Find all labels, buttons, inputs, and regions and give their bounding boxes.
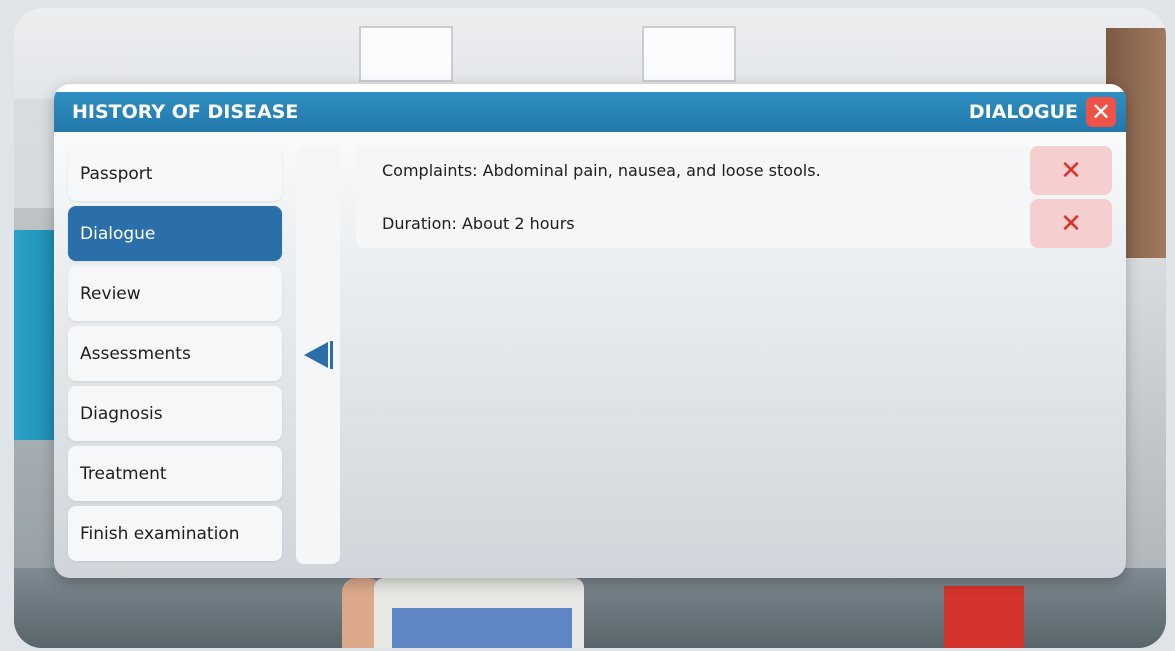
- ceiling-light: [642, 26, 736, 82]
- delete-icon: ✕: [1060, 208, 1082, 239]
- panel-header: HISTORY OF DISEASE DIALOGUE ✕: [54, 92, 1126, 132]
- delete-record-button[interactable]: ✕: [1030, 199, 1112, 248]
- section-label: DIALOGUE: [968, 101, 1078, 123]
- patient-jeans: [392, 608, 572, 648]
- record-row: Duration: About 2 hours ✕: [356, 199, 1112, 248]
- panel-title: HISTORY OF DISEASE: [72, 101, 299, 123]
- collapse-left-arrow-icon: [304, 341, 333, 369]
- record-row: Complaints: Abdominal pain, nausea, and …: [356, 146, 1112, 195]
- collapse-sidebar-button[interactable]: [296, 146, 340, 564]
- close-button[interactable]: ✕: [1086, 97, 1116, 127]
- records-list: Complaints: Abdominal pain, nausea, and …: [356, 146, 1112, 252]
- header-right: DIALOGUE ✕: [969, 92, 1116, 132]
- record-text: Duration: About 2 hours: [382, 214, 575, 233]
- sidebar: Passport Dialogue Review Assessments Dia…: [68, 146, 282, 566]
- sidebar-item-dialogue[interactable]: Dialogue: [68, 206, 282, 261]
- delete-icon: ✕: [1060, 155, 1082, 186]
- history-panel: HISTORY OF DISEASE DIALOGUE ✕ Passport D…: [54, 84, 1126, 578]
- ceiling-light: [359, 26, 453, 82]
- sidebar-item-diagnosis[interactable]: Diagnosis: [68, 386, 282, 441]
- sidebar-item-passport[interactable]: Passport: [68, 146, 282, 201]
- sidebar-item-finish-examination[interactable]: Finish examination: [68, 506, 282, 561]
- sidebar-item-review[interactable]: Review: [68, 266, 282, 321]
- delete-record-button[interactable]: ✕: [1030, 146, 1112, 195]
- waste-bin: [944, 586, 1024, 648]
- record-text: Complaints: Abdominal pain, nausea, and …: [382, 161, 821, 180]
- sidebar-item-treatment[interactable]: Treatment: [68, 446, 282, 501]
- sidebar-item-assessments[interactable]: Assessments: [68, 326, 282, 381]
- close-icon: ✕: [1090, 98, 1112, 126]
